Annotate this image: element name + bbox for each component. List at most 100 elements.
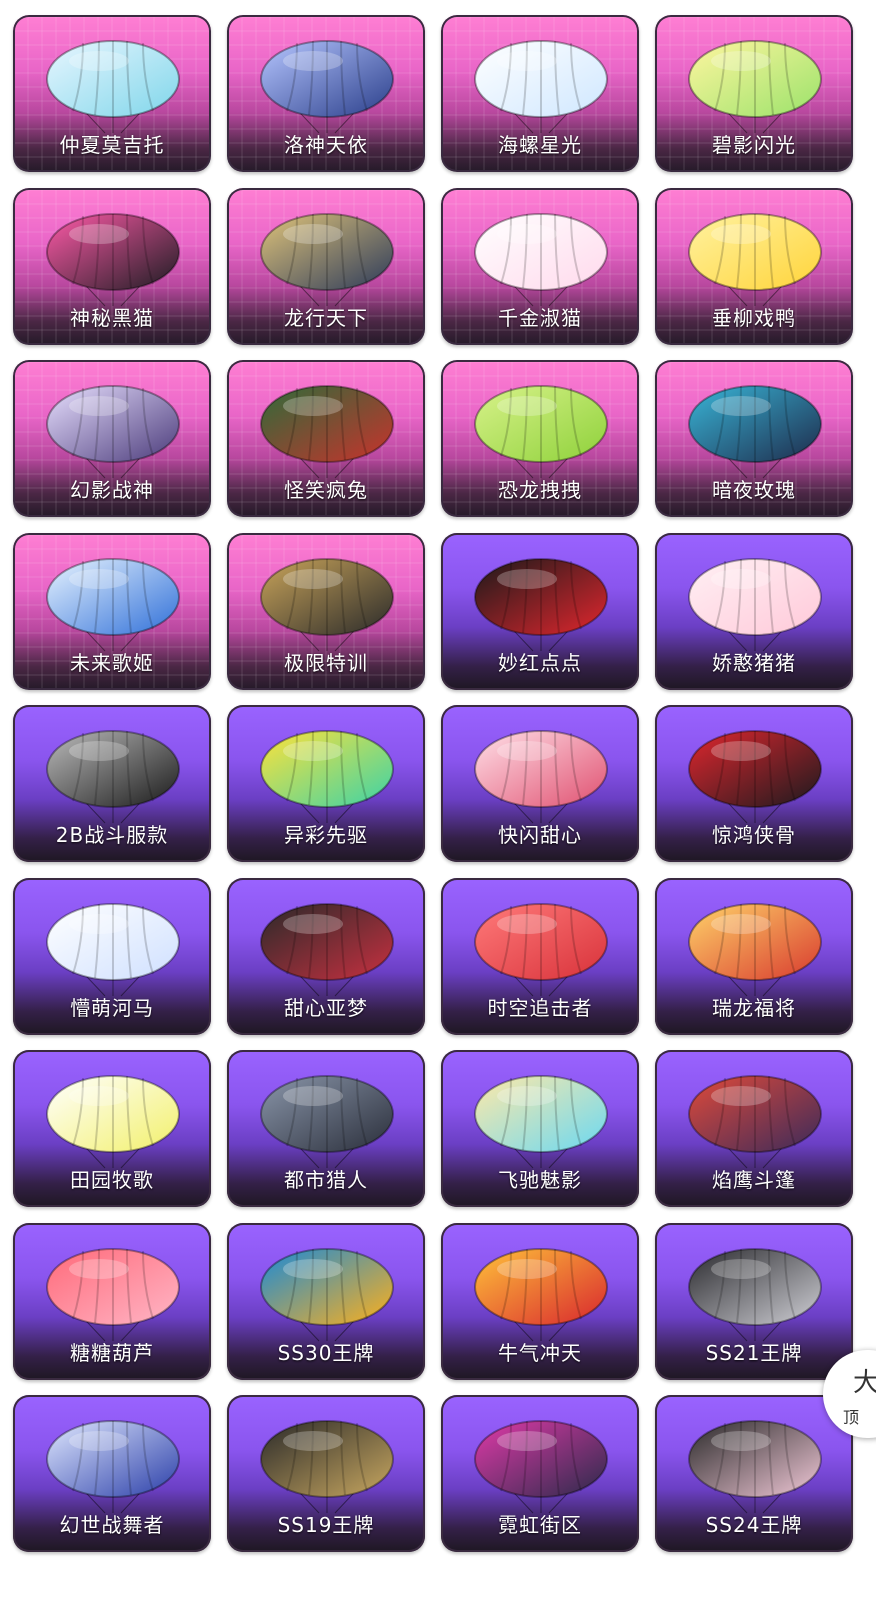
parachute-name: 神秘黑猫 (70, 305, 154, 330)
parachute-name: 海螺星光 (498, 133, 582, 157)
parachute-card[interactable]: 都市猎人 (227, 1050, 425, 1207)
parachute-card[interactable]: 焰鹰斗篷 (655, 1050, 853, 1207)
parachute-icon (257, 1409, 397, 1515)
parachute-name: 幻世战舞者 (59, 1513, 165, 1537)
parachute-icon (257, 1237, 397, 1343)
parachute-icon (471, 1064, 611, 1170)
parachute-card[interactable]: 海螺星光 (441, 15, 639, 172)
parachute-name: 洛神天依 (284, 133, 368, 157)
parachute-card[interactable]: 时空追击者 (441, 877, 639, 1035)
parachute-card[interactable]: 瑞龙福将 (655, 877, 853, 1035)
parachute-card[interactable]: 甜心亚梦 (227, 877, 425, 1035)
parachute-card[interactable]: 霓虹街区 (441, 1395, 639, 1552)
parachute-icon (43, 892, 183, 998)
parachute-icon (257, 29, 397, 135)
parachute-name: 牛气冲天 (498, 1340, 582, 1365)
parachute-name: 飞驰魅影 (498, 1168, 582, 1192)
parachute-card[interactable]: 暗夜玫瑰 (655, 360, 853, 517)
parachute-name: 霓虹街区 (498, 1513, 582, 1537)
parachute-skin-grid: 仲夏莫吉托 洛神天依 海螺星光 碧影闪光神秘黑猫 龙行天下 千金淑猫 垂柳戏鸭幻影战神 怪笑疯… (0, 0, 876, 1601)
parachute-name: 千金淑猫 (498, 305, 582, 330)
parachute-name: SS24王牌 (705, 1513, 803, 1537)
parachute-icon (685, 374, 825, 480)
parachute-card[interactable]: 垂柳戏鸭 (655, 187, 853, 345)
parachute-icon (471, 1237, 611, 1343)
parachute-card[interactable]: 田园牧歌 (13, 1050, 211, 1207)
parachute-icon (471, 1409, 611, 1515)
parachute-card[interactable]: 异彩先驱 (227, 705, 425, 862)
parachute-icon (43, 29, 183, 135)
parachute-card[interactable]: 娇憨猪猪 (655, 532, 853, 690)
parachute-card[interactable]: 快闪甜心 (441, 705, 639, 862)
parachute-icon (43, 1409, 183, 1515)
parachute-icon (43, 719, 183, 825)
parachute-icon (471, 547, 611, 653)
parachute-card[interactable]: SS19王牌 (227, 1395, 425, 1552)
parachute-card[interactable]: 神秘黑猫 (13, 187, 211, 345)
parachute-name: SS30王牌 (277, 1340, 375, 1365)
parachute-icon (471, 719, 611, 825)
parachute-icon (685, 1064, 825, 1170)
parachute-icon (43, 1237, 183, 1343)
parachute-icon (257, 892, 397, 998)
parachute-icon (43, 1064, 183, 1170)
parachute-name: 都市猎人 (284, 1168, 368, 1192)
parachute-card[interactable]: SS21王牌 (655, 1222, 853, 1380)
parachute-card[interactable]: 幻世战舞者 (13, 1395, 211, 1552)
parachute-card[interactable]: 仲夏莫吉托 (13, 15, 211, 172)
side-widget-glyph: 大 (853, 1368, 876, 1398)
parachute-icon (257, 1064, 397, 1170)
parachute-name: 焰鹰斗篷 (712, 1168, 796, 1192)
parachute-name: 懵萌河马 (70, 995, 154, 1020)
parachute-card[interactable]: 妙红点点 (441, 532, 639, 690)
parachute-card[interactable]: 怪笑疯兔 (227, 360, 425, 517)
parachute-name: 恐龙拽拽 (498, 478, 582, 502)
parachute-name: 垂柳戏鸭 (712, 305, 796, 330)
parachute-card[interactable]: 极限特训 (227, 532, 425, 690)
parachute-icon (471, 374, 611, 480)
parachute-name: 妙红点点 (498, 650, 582, 675)
parachute-name: 龙行天下 (284, 305, 368, 330)
parachute-card[interactable]: 2B战斗服款 (13, 705, 211, 862)
parachute-card[interactable]: 幻影战神 (13, 360, 211, 517)
parachute-icon (685, 29, 825, 135)
parachute-icon (685, 547, 825, 653)
parachute-name: 惊鸿侠骨 (712, 823, 796, 847)
parachute-name: 娇憨猪猪 (712, 650, 796, 675)
parachute-name: 碧影闪光 (712, 133, 796, 157)
parachute-icon (257, 202, 397, 308)
parachute-icon (471, 29, 611, 135)
parachute-name: 瑞龙福将 (712, 995, 796, 1020)
parachute-icon (43, 547, 183, 653)
parachute-name: 快闪甜心 (498, 823, 582, 847)
parachute-card[interactable]: 惊鸿侠骨 (655, 705, 853, 862)
parachute-name: 仲夏莫吉托 (59, 133, 165, 157)
parachute-icon (471, 202, 611, 308)
parachute-card[interactable]: 龙行天下 (227, 187, 425, 345)
parachute-icon (685, 1409, 825, 1515)
parachute-icon (43, 374, 183, 480)
parachute-name: 暗夜玫瑰 (712, 478, 796, 502)
parachute-card[interactable]: 恐龙拽拽 (441, 360, 639, 517)
parachute-name: 异彩先驱 (284, 823, 368, 847)
parachute-icon (471, 892, 611, 998)
parachute-icon (685, 719, 825, 825)
parachute-name: 2B战斗服款 (55, 823, 169, 847)
parachute-card[interactable]: SS24王牌 (655, 1395, 853, 1552)
parachute-card[interactable]: 牛气冲天 (441, 1222, 639, 1380)
parachute-name: SS21王牌 (705, 1340, 803, 1365)
parachute-card[interactable]: 碧影闪光 (655, 15, 853, 172)
parachute-icon (257, 547, 397, 653)
parachute-name: 幻影战神 (70, 478, 154, 502)
parachute-icon (685, 1237, 825, 1343)
parachute-card[interactable]: 洛神天依 (227, 15, 425, 172)
parachute-card[interactable]: 糖糖葫芦 (13, 1222, 211, 1380)
parachute-card[interactable]: 千金淑猫 (441, 187, 639, 345)
parachute-name: 田园牧歌 (70, 1168, 154, 1192)
parachute-card[interactable]: 未来歌姬 (13, 532, 211, 690)
parachute-card[interactable]: 飞驰魅影 (441, 1050, 639, 1207)
parachute-name: 时空追击者 (487, 995, 593, 1020)
parachute-card[interactable]: SS30王牌 (227, 1222, 425, 1380)
parachute-card[interactable]: 懵萌河马 (13, 877, 211, 1035)
parachute-name: 极限特训 (284, 650, 368, 675)
